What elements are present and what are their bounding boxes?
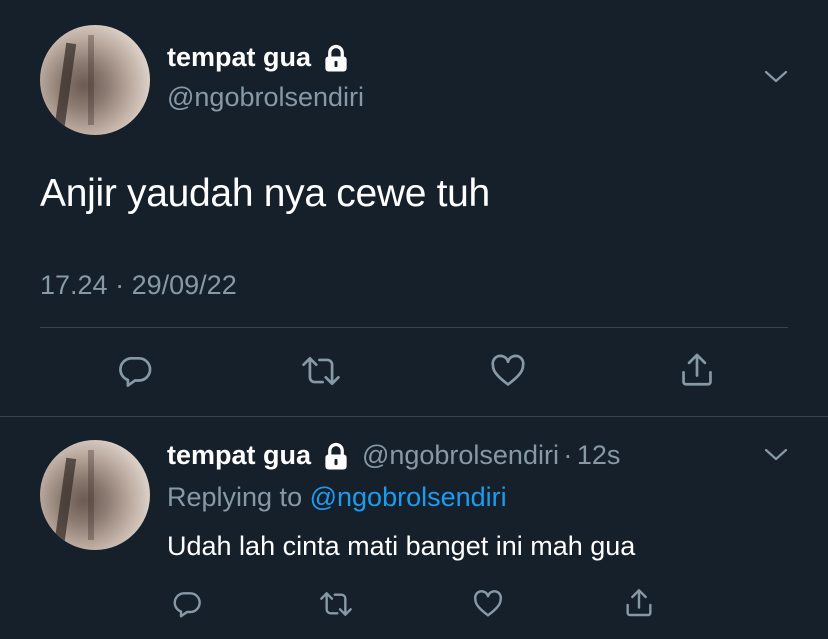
like-button[interactable] [472, 588, 504, 620]
author-handle[interactable]: @ngobrolsendiri [167, 82, 364, 113]
reply-header[interactable]: tempat gua @ngobrolsendiri · 12s [167, 440, 620, 474]
author-handle[interactable]: @ngobrolsendiri [362, 440, 559, 470]
meta-separator: · [563, 440, 573, 470]
retweet-button[interactable] [300, 352, 342, 390]
like-button[interactable] [489, 352, 527, 390]
display-name[interactable]: tempat gua [167, 440, 311, 470]
timestamp[interactable]: 17.24 · 29/09/22 [40, 270, 237, 301]
author-name-row[interactable]: tempat gua [167, 42, 351, 78]
heart-icon [473, 590, 503, 617]
lock-icon [321, 442, 351, 477]
share-upload-icon [626, 589, 652, 617]
chevron-down-icon[interactable] [763, 446, 789, 464]
display-name[interactable]: tempat gua [167, 42, 311, 72]
tweet-date[interactable]: 29/09/22 [132, 270, 237, 300]
tweet-time[interactable]: 17.24 [40, 270, 108, 300]
share-upload-icon [682, 353, 712, 386]
reply-button[interactable] [171, 588, 203, 620]
lock-icon [321, 44, 351, 79]
comment-bubble-icon [173, 592, 201, 618]
meta-separator: · [115, 270, 125, 300]
reply-text: Udah lah cinta mati banget ini mah gua [167, 531, 636, 561]
avatar[interactable] [40, 440, 150, 550]
tweet-text: Anjir yaudah nya cewe tuh [40, 172, 490, 215]
avatar[interactable] [40, 25, 150, 135]
divider [40, 327, 788, 328]
retweet-button[interactable] [318, 588, 354, 620]
tweet-age[interactable]: 12s [577, 440, 621, 470]
retweet-icon [302, 356, 340, 386]
heart-icon [491, 354, 525, 386]
reply-button[interactable] [116, 352, 154, 390]
replying-to: Replying to @ngobrolsendiri [167, 482, 507, 513]
replying-to-handle-link[interactable]: @ngobrolsendiri [310, 482, 507, 512]
retweet-icon [320, 592, 352, 616]
chevron-down-icon[interactable] [763, 68, 789, 86]
share-button[interactable] [678, 350, 716, 390]
share-button[interactable] [623, 586, 655, 620]
comment-bubble-icon [119, 356, 152, 387]
replying-to-label: Replying to [167, 482, 303, 512]
divider [0, 416, 828, 417]
